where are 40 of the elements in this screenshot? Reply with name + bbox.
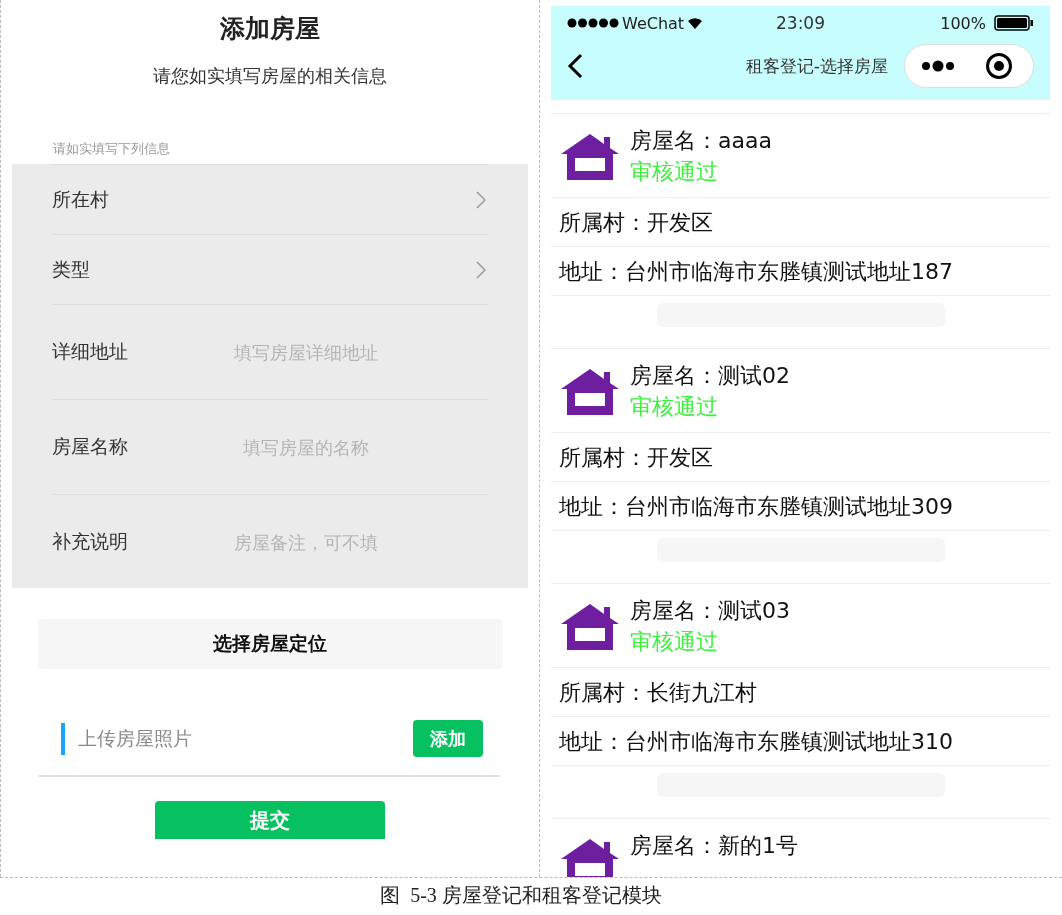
page-subtitle: 请您如实填写房屋的相关信息 <box>153 64 387 88</box>
house-name: 房屋名：测试02 <box>630 362 790 390</box>
village-text: 所属村：开发区 <box>551 198 1050 247</box>
signal-icon <box>567 18 619 28</box>
field-label: 类型 <box>52 256 91 282</box>
address-text: 地址：台州市临海市东塍镇测试地址310 <box>551 717 1050 766</box>
review-status: 审核通过 <box>630 628 719 656</box>
photo-label: 上传房屋照片 <box>78 725 193 751</box>
address-text: 地址：台州市临海市东塍镇测试地址309 <box>551 482 1050 531</box>
add-button[interactable]: 添加 <box>413 720 483 757</box>
review-status: 审核通过 <box>630 393 719 421</box>
house-name: 房屋名：aaaa <box>630 127 772 155</box>
page-title: 添加房屋 <box>220 13 320 45</box>
field-label: 补充说明 <box>52 529 129 554</box>
house-icon <box>561 367 619 417</box>
more-icon[interactable] <box>921 59 955 73</box>
figure-caption: 图 5-3 房屋登记和租客登记模块 <box>379 883 663 908</box>
battery-percent: 100% <box>940 13 986 33</box>
close-icon[interactable] <box>985 52 1013 80</box>
location-button[interactable]: 选择房屋定位 <box>37 619 503 669</box>
section-hint: 请如实填写下列信息 <box>53 140 170 158</box>
house-name: 房屋名：新的1号 <box>630 832 798 860</box>
house-name: 房屋名：测试03 <box>630 597 790 625</box>
nav-title: 租客登记-选择房屋 <box>744 54 888 78</box>
village-text: 所属村：开发区 <box>551 433 1050 482</box>
field-label: 详细地址 <box>52 339 129 364</box>
field-label: 所在村 <box>52 186 110 212</box>
field-label: 房屋名称 <box>52 434 129 459</box>
village-text: 所属村：长街九江村 <box>551 668 1050 717</box>
carrier-label: WeChat <box>622 13 685 33</box>
wifi-icon <box>687 16 704 30</box>
battery-icon <box>994 15 1034 31</box>
clock-time: 23:09 <box>776 13 825 33</box>
house-icon <box>561 132 619 182</box>
house-icon <box>561 602 619 652</box>
submit-button[interactable]: 提交 <box>155 801 385 839</box>
address-text: 地址：台州市临海市东塍镇测试地址187 <box>551 247 1050 296</box>
back-icon[interactable] <box>567 53 583 79</box>
house-icon <box>561 837 619 877</box>
review-status: 审核通过 <box>630 158 719 186</box>
